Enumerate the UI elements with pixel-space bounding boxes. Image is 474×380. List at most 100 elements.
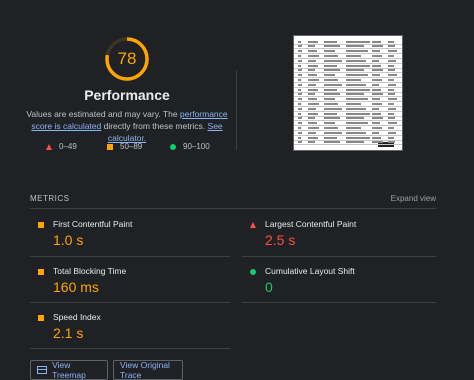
thumbnail-cell bbox=[324, 117, 340, 120]
thumbnail-cell bbox=[346, 126, 362, 129]
description-text-start: Values are estimated and may vary. The bbox=[26, 109, 180, 119]
thumbnail-cell bbox=[372, 98, 380, 101]
thumbnail-cell bbox=[298, 107, 302, 110]
thumbnail-cell bbox=[372, 69, 383, 72]
thumbnail-cell bbox=[298, 117, 302, 120]
legend-item-average: 50–89 bbox=[107, 142, 142, 151]
thumbnail-cell bbox=[372, 122, 380, 125]
thumbnail-cell bbox=[298, 141, 302, 144]
metric-row-divider bbox=[30, 348, 230, 349]
green-circle-icon bbox=[170, 143, 176, 150]
thumbnail-cell bbox=[298, 98, 303, 101]
thumbnail-cell bbox=[388, 59, 396, 62]
metric-value: 2.1 s bbox=[53, 325, 84, 341]
thumbnail-cell bbox=[346, 131, 366, 134]
thumbnail-cell bbox=[372, 83, 379, 86]
thumbnail-cell bbox=[388, 45, 396, 48]
thumbnail-cell bbox=[372, 45, 383, 48]
thumbnail-cell bbox=[346, 141, 364, 144]
metric-row-divider bbox=[30, 256, 230, 257]
thumbnail-cell bbox=[346, 40, 371, 43]
thumbnail-cell bbox=[308, 107, 316, 110]
metric-label: Total Blocking Time bbox=[53, 266, 127, 276]
thumbnail-cell bbox=[388, 126, 395, 129]
thumbnail-cell bbox=[372, 131, 379, 134]
legend-range-pass: 90–100 bbox=[183, 142, 210, 151]
thumbnail-cell bbox=[372, 59, 379, 62]
thumbnail-cell bbox=[346, 59, 366, 62]
final-screenshot-thumbnail[interactable] bbox=[293, 35, 403, 151]
thumbnail-cell bbox=[298, 136, 301, 139]
thumbnail-cell bbox=[324, 102, 339, 105]
metrics-header: METRICS bbox=[30, 194, 70, 203]
thumbnail-cell bbox=[388, 69, 396, 72]
thumbnail-row bbox=[294, 144, 402, 146]
thumbnail-cell bbox=[388, 74, 397, 77]
thumbnail-cell bbox=[298, 122, 303, 125]
thumbnail-cell bbox=[324, 64, 337, 67]
metric-value: 2.5 s bbox=[265, 232, 296, 248]
thumbnail-cell bbox=[346, 83, 366, 86]
thumbnail-cell bbox=[388, 54, 395, 57]
metric-label: First Contentful Paint bbox=[53, 219, 133, 229]
metric-row-divider bbox=[242, 302, 436, 303]
metric-label: Largest Contentful Paint bbox=[265, 219, 357, 229]
thumbnail-cell bbox=[324, 69, 340, 72]
thumbnail-cell bbox=[308, 50, 317, 53]
thumbnail-cell bbox=[324, 59, 342, 62]
legend-item-fail: 0–49 bbox=[46, 142, 77, 151]
view-original-trace-button[interactable]: View Original Trace bbox=[113, 360, 183, 380]
thumbnail-cell bbox=[324, 107, 342, 110]
thumbnail-cell bbox=[346, 107, 366, 110]
thumbnail-cell bbox=[388, 102, 395, 105]
thumbnail-cell bbox=[388, 78, 395, 81]
thumbnail-cell bbox=[324, 88, 337, 91]
thumbnail-cell bbox=[372, 50, 380, 53]
thumbnail-cell bbox=[308, 88, 318, 91]
section-divider bbox=[236, 70, 237, 150]
thumbnail-cell bbox=[372, 136, 381, 139]
thumbnail-cell bbox=[298, 93, 302, 96]
thumbnail-cell bbox=[308, 122, 317, 125]
thumbnail-cell bbox=[388, 98, 397, 101]
thumbnail-cell bbox=[308, 64, 318, 67]
thumbnail-cell bbox=[346, 136, 371, 139]
thumbnail-cell bbox=[308, 93, 315, 96]
metrics-divider bbox=[30, 208, 436, 209]
thumbnail-cell bbox=[324, 50, 336, 53]
thumbnail-cell bbox=[324, 40, 337, 43]
metric-value: 160 ms bbox=[53, 279, 99, 295]
thumbnail-cell bbox=[324, 141, 340, 144]
thumbnail-cell bbox=[388, 141, 396, 144]
green-circle-icon bbox=[250, 269, 256, 275]
performance-title: Performance bbox=[84, 87, 170, 103]
thumbnail-cell bbox=[372, 102, 382, 105]
view-treemap-button[interactable]: View Treemap bbox=[30, 360, 108, 380]
thumbnail-cell bbox=[298, 78, 302, 81]
thumbnail-cell bbox=[324, 112, 337, 115]
thumbnail-cell bbox=[324, 54, 339, 57]
thumbnail-cell bbox=[388, 107, 396, 110]
thumbnail-cell bbox=[372, 54, 382, 57]
thumbnail-cell bbox=[308, 69, 315, 72]
metric-value: 0 bbox=[265, 279, 273, 295]
legend-range-average: 50–89 bbox=[120, 142, 143, 151]
thumbnail-cell bbox=[346, 93, 364, 96]
description-text-mid: directly from these metrics. bbox=[101, 121, 208, 131]
thumbnail-cell bbox=[388, 136, 394, 139]
metric-value: 1.0 s bbox=[53, 232, 84, 248]
thumbnail-cell bbox=[346, 122, 368, 125]
thumbnail-cell bbox=[388, 122, 397, 125]
expand-view-toggle[interactable]: Expand view bbox=[391, 194, 436, 203]
thumbnail-cell bbox=[298, 88, 301, 91]
thumbnail-cell bbox=[308, 78, 319, 81]
thumbnail-cell bbox=[298, 102, 302, 105]
thumbnail-cell bbox=[298, 45, 302, 48]
thumbnail-cell bbox=[298, 69, 302, 72]
thumbnail-cell bbox=[324, 83, 342, 86]
thumbnail-cell bbox=[308, 102, 319, 105]
thumbnail-cell bbox=[346, 74, 368, 77]
view-original-trace-label: View Original Trace bbox=[120, 360, 170, 380]
thumbnail-cell bbox=[388, 131, 396, 134]
thumbnail-cell bbox=[324, 78, 339, 81]
